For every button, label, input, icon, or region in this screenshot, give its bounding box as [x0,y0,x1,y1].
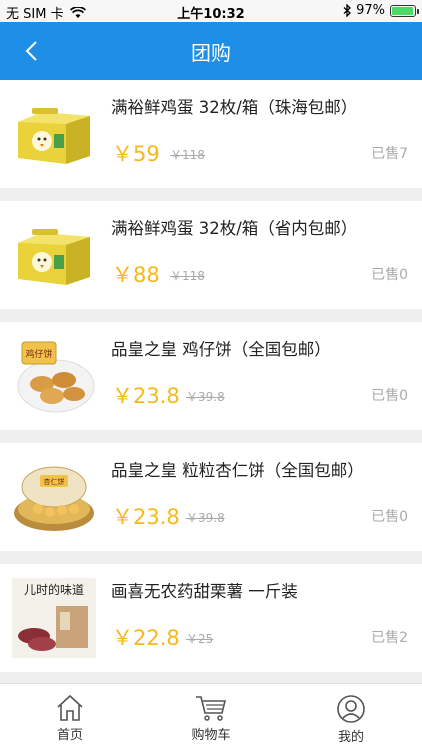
potato-label-text: 儿时的味道 [24,582,84,597]
battery-icon [390,4,419,17]
tab-cart[interactable]: 购物车 [166,684,256,750]
tab-profile-label: 我的 [337,730,364,745]
product-original-price: ￥39.8 [186,390,225,404]
product-original-price: ￥39.8 [186,511,225,525]
product-price: ￥22.8 [112,626,180,650]
product-original-price: ￥118 [170,269,205,283]
product-title: 满裕鲜鸡蛋 32枚/箱（珠海包邮） [111,98,358,117]
cookie-label-text: 鸡仔饼 [25,348,52,360]
product-price: ￥23.8 [112,505,180,529]
product-sold-count: 已售7 [371,146,408,162]
user-icon [337,695,365,723]
tab-home-label: 首页 [56,728,83,743]
status-bar: 无 SIM 卡 上午10:32 97% [0,0,422,22]
page-title: 团购 [191,41,231,65]
product-item[interactable]: 满裕鲜鸡蛋 32枚/箱（珠海包邮） ￥59 ￥118 已售7 [0,80,422,188]
tab-profile[interactable]: 我的 [306,684,396,750]
battery-percent: 97% [356,3,385,18]
product-sold-count: 已售0 [371,267,408,283]
status-right: 97% [343,3,419,18]
egg-box-image [18,108,90,164]
nav-bar: 团购 [0,22,422,80]
tab-cart-label: 购物车 [191,728,231,743]
product-title: 满裕鲜鸡蛋 32枚/箱（省内包邮） [111,219,358,238]
product-title: 画喜无农药甜栗薯 一斤装 [111,582,298,601]
bluetooth-icon [343,4,352,17]
home-icon [57,694,83,721]
product-price: ￥59 [112,142,160,166]
product-item[interactable]: 鸡仔饼 品皇之皇 鸡仔饼（全国包邮） ￥23.8 ￥39.8 已售0 [0,322,422,430]
product-item[interactable]: 杏仁饼 品皇之皇 粒粒杏仁饼（全国包邮） ￥23.8 ￥39.8 已售0 [0,443,422,551]
almond-cookies-image: 杏仁饼 [14,466,94,531]
product-title: 品皇之皇 鸡仔饼（全国包邮） [111,340,331,359]
tab-home[interactable]: 首页 [25,684,115,750]
cookie-plate-image: 鸡仔饼 [17,341,95,413]
sweet-potato-image: 儿时的味道 [12,578,96,658]
product-item[interactable]: 儿时的味道 画喜无农药甜栗薯 一斤装 ￥22.8 ￥25 已售2 [0,564,422,672]
product-sold-count: 已售0 [371,509,408,525]
tab-bar: 首页 购物车 我的 [0,683,422,750]
product-list[interactable]: 满裕鲜鸡蛋 32枚/箱（珠海包邮） ￥59 ￥118 已售7 满裕鲜鸡蛋 32枚… [0,80,422,683]
cart-icon [196,696,227,721]
app-screen: 无 SIM 卡 上午10:32 97% 团购 满裕鲜鸡蛋 32枚/箱（珠海包邮）… [0,0,422,750]
product-original-price: ￥118 [170,148,205,162]
product-item[interactable]: 满裕鲜鸡蛋 32枚/箱（省内包邮） ￥88 ￥118 已售0 [0,201,422,309]
product-title: 品皇之皇 粒粒杏仁饼（全国包邮） [111,461,364,480]
product-sold-count: 已售2 [371,630,408,646]
almond-label-text: 杏仁饼 [44,477,65,486]
egg-box-image [18,229,90,285]
product-original-price: ￥25 [186,632,214,646]
product-price: ￥23.8 [112,384,180,408]
product-sold-count: 已售0 [371,388,408,404]
product-price: ￥88 [112,263,160,287]
